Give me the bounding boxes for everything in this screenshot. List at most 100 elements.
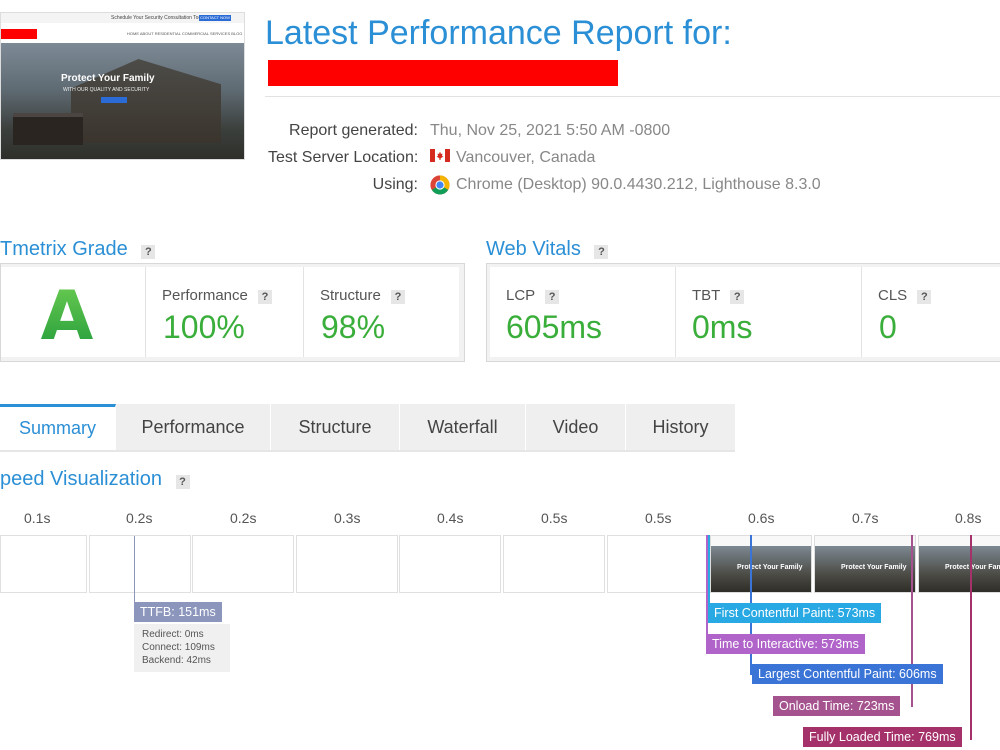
filmstrip-screenshot[interactable]: Protect Your Family <box>814 535 916 593</box>
tab-summary[interactable]: Summary <box>0 404 116 450</box>
tab-history[interactable]: History <box>626 404 736 450</box>
fcp-marker: First Contentful Paint: 573ms <box>708 603 882 623</box>
tab-performance[interactable]: Performance <box>116 404 271 450</box>
canada-flag-icon <box>430 149 450 162</box>
vitals-section-title-text: Web Vitals <box>486 238 581 260</box>
filmstrip-screenshot-text: Protect Your Family <box>945 564 1000 571</box>
performance-label: Performance ? <box>162 287 273 304</box>
url-redaction <box>268 60 618 86</box>
time-tick: 0.2s <box>230 510 257 526</box>
time-tick: 0.7s <box>852 510 879 526</box>
grade-section-title: Tmetrix Grade ? <box>0 238 156 261</box>
grade-section-title-text: Tmetrix Grade <box>0 238 128 260</box>
report-generated-value: Thu, Nov 25, 2021 5:50 AM -0800 <box>430 122 671 139</box>
time-tick: 0.1s <box>24 510 51 526</box>
lcp-help-icon[interactable]: ? <box>545 290 560 304</box>
vitals-help-icon[interactable]: ? <box>594 245 609 259</box>
vitals-separator-2 <box>861 267 862 357</box>
time-tick: 0.3s <box>334 510 361 526</box>
filmstrip-screenshot[interactable]: Protect Your Family <box>918 535 1000 593</box>
lcp-marker: Largest Contentful Paint: 606ms <box>752 664 943 684</box>
tab-video[interactable]: Video <box>526 404 626 450</box>
filmstrip-frame-blank <box>0 535 87 593</box>
grade-help-icon[interactable]: ? <box>141 245 156 259</box>
site-thumbnail: Schedule Your Security Consultation Toda… <box>0 12 245 160</box>
filmstrip-frame-blank <box>503 535 605 593</box>
structure-label-text: Structure <box>320 287 381 304</box>
grade-letter-graphic: A <box>41 285 94 343</box>
server-location-value: Vancouver, Canada <box>456 149 596 166</box>
thumbnail-hero-button <box>101 97 127 103</box>
vitals-separator-1 <box>675 267 676 357</box>
filmstrip-frame-blank <box>296 535 398 593</box>
lcp-value: 605ms <box>506 309 603 345</box>
report-generated-label: Report generated: <box>289 122 418 139</box>
server-location-label: Test Server Location: <box>268 149 419 166</box>
fully-loaded-line <box>970 535 972 740</box>
structure-help-icon[interactable]: ? <box>391 290 406 304</box>
time-tick: 0.5s <box>645 510 672 526</box>
tab-underline <box>0 450 735 452</box>
vitals-panel: LCP ? 605ms TBT ? 0ms CLS ? 0 <box>486 263 1000 362</box>
onload-marker: Onload Time: 723ms <box>773 696 901 716</box>
time-tick: 0.4s <box>437 510 464 526</box>
tti-marker: Time to Interactive: 573ms <box>706 634 865 654</box>
time-tick: 0.8s <box>955 510 982 526</box>
speed-viz-title: peed Visualization ? <box>0 468 190 491</box>
title-divider <box>265 96 1000 97</box>
fully-loaded-marker: Fully Loaded Time: 769ms <box>803 727 962 747</box>
grade-separator-1 <box>145 267 146 357</box>
filmstrip-screenshot-text: Protect Your Family <box>737 564 803 571</box>
cls-help-icon[interactable]: ? <box>917 290 932 304</box>
tbt-label: TBT ? <box>692 287 745 304</box>
filmstrip-frame-blank <box>192 535 294 593</box>
grade-letter: A <box>41 285 94 343</box>
tbt-help-icon[interactable]: ? <box>730 290 745 304</box>
thumbnail-nav: HOME ABOUT RESIDENTIAL COMMERCIAL SERVIC… <box>127 31 243 36</box>
filmstrip-screenshot[interactable]: Protect Your Family <box>710 535 812 593</box>
cls-value: 0 <box>879 309 897 345</box>
using-label: Using: <box>372 176 418 193</box>
ttfb-backend: Backend: 42ms <box>142 655 211 666</box>
ttfb-redirect: Redirect: 0ms <box>142 629 204 640</box>
performance-help-icon[interactable]: ? <box>258 290 273 304</box>
cls-label-text: CLS <box>878 287 908 304</box>
tab-waterfall[interactable]: Waterfall <box>400 404 526 450</box>
grade-panel: A Performance ? 100% Structure ? 98% <box>0 263 465 362</box>
time-tick: 0.6s <box>748 510 775 526</box>
time-tick: 0.5s <box>541 510 568 526</box>
lcp-label: LCP ? <box>506 287 560 304</box>
cls-label: CLS ? <box>878 287 932 304</box>
filmstrip-frame-blank <box>607 535 709 593</box>
lcp-label-text: LCP <box>506 287 535 304</box>
filmstrip-frame-blank <box>89 535 191 593</box>
speed-viz-help-icon[interactable]: ? <box>175 475 190 489</box>
structure-label: Structure ? <box>320 287 406 304</box>
tab-structure[interactable]: Structure <box>271 404 400 450</box>
grade-letter-cell: A <box>1 267 145 357</box>
thumbnail-garage-shape <box>13 113 83 145</box>
thumbnail-topbar-button: CONTACT NOW <box>199 15 231 21</box>
performance-label-text: Performance <box>162 287 248 304</box>
thumbnail-topbar-text: Schedule Your Security Consultation Toda… <box>111 15 207 21</box>
speed-viz-title-text: peed Visualization <box>0 468 162 490</box>
ttfb-connect: Connect: 109ms <box>142 642 215 653</box>
ttfb-line <box>134 536 135 604</box>
tbt-value: 0ms <box>692 309 753 345</box>
thumbnail-hero-subtitle: WITH OUR QUALITY AND SECURITY <box>63 87 150 93</box>
grade-separator-2 <box>303 267 304 357</box>
page-title: Latest Performance Report for: <box>265 14 732 52</box>
thumbnail-logo-redaction <box>1 29 37 39</box>
using-value: Chrome (Desktop) 90.0.4430.212, Lighthou… <box>456 176 821 193</box>
ttfb-marker: TTFB: 151ms <box>134 602 222 622</box>
time-tick: 0.2s <box>126 510 153 526</box>
structure-value: 98% <box>321 309 386 345</box>
performance-value: 100% <box>163 309 245 345</box>
grade-panel-inner: A Performance ? 100% Structure ? 98% <box>1 267 459 357</box>
thumbnail-hero-title: Protect Your Family <box>61 73 155 84</box>
vitals-panel-inner: LCP ? 605ms TBT ? 0ms CLS ? 0 <box>490 267 1000 357</box>
filmstrip-frame-blank <box>399 535 501 593</box>
filmstrip-screenshot-text: Protect Your Family <box>841 564 907 571</box>
vitals-section-title: Web Vitals ? <box>486 238 609 261</box>
tbt-label-text: TBT <box>692 287 721 304</box>
